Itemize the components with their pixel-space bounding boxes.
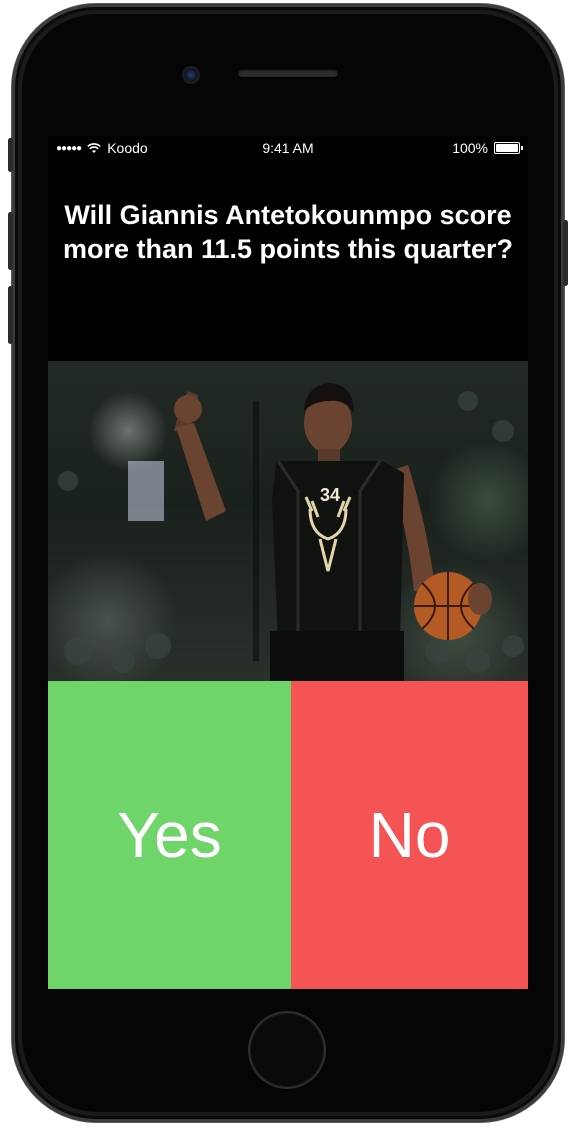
yes-button[interactable]: Yes [48, 681, 291, 989]
status-bar: ●●●●● Koodo 9:41 AM 100% [48, 136, 528, 160]
volume-up-button [8, 212, 13, 270]
power-button [563, 220, 568, 286]
volume-down-button [8, 286, 13, 344]
player-photo: 34 [48, 361, 528, 681]
phone-screen: ●●●●● Koodo 9:41 AM 100% Will Giannis An… [48, 136, 528, 990]
earpiece-speaker [238, 69, 338, 77]
mute-switch [8, 138, 13, 172]
battery-percent: 100% [452, 140, 488, 156]
front-camera [184, 68, 198, 82]
player-figure: 34 [174, 383, 492, 681]
jersey-number: 34 [320, 485, 340, 505]
battery-icon [494, 142, 523, 154]
no-button[interactable]: No [291, 681, 528, 989]
question-text: Will Giannis Antetokounmpo score more th… [62, 200, 514, 264]
home-button[interactable] [250, 1013, 324, 1087]
answer-buttons: Yes No [48, 681, 528, 989]
battery-level-fill [496, 144, 518, 152]
